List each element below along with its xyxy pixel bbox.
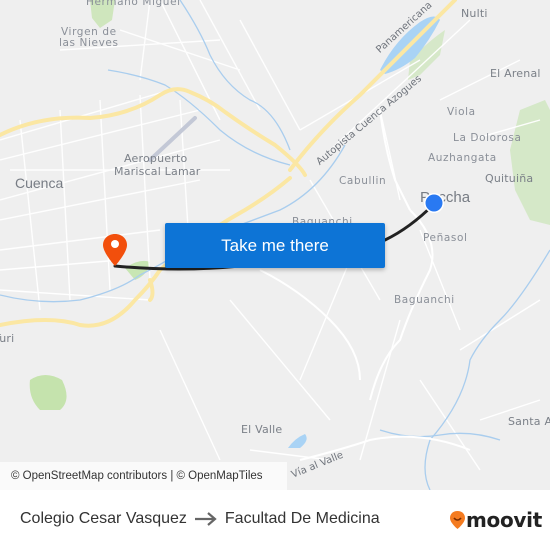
arrow-right-icon <box>194 512 217 526</box>
map-view[interactable]: Hermano Miguel Virgen de las Nieves Nult… <box>0 0 550 490</box>
autopista-road <box>288 0 457 172</box>
place-label-quituina: Quituiña <box>485 172 534 185</box>
moovit-wordmark: moovit <box>466 508 542 532</box>
place-label-aeropuerto: Aeropuerto <box>124 152 188 165</box>
origin-dot-icon[interactable] <box>423 192 445 214</box>
main-road <box>148 278 155 302</box>
place-label-baguanchi: Baguanchi <box>394 294 455 306</box>
place-label-mariscal-lamar: Mariscal Lamar <box>114 165 201 178</box>
place-label-penasol: Peñasol <box>423 232 468 244</box>
moovit-pin-icon <box>450 511 465 529</box>
place-label-turi: Turi <box>0 332 15 345</box>
place-label-hermano-miguel: Hermano Miguel <box>86 0 181 8</box>
route-summary: Colegio Cesar Vasquez Facultad De Medici… <box>20 510 380 528</box>
footer-bar: Colegio Cesar Vasquez Facultad De Medici… <box>0 490 550 550</box>
place-label-cuenca: Cuenca <box>15 175 64 191</box>
destination-name: Facultad De Medicina <box>224 510 380 527</box>
place-label-nulti: Nulti <box>461 7 488 20</box>
park-area <box>510 100 550 225</box>
place-label-cabullin: Cabullin <box>339 175 387 187</box>
take-me-there-button[interactable]: Take me there <box>165 223 385 268</box>
place-label-la-dolorosa: La Dolorosa <box>453 132 522 144</box>
destination-pin-icon[interactable] <box>101 232 129 268</box>
place-label-auzhangata: Auzhangata <box>428 152 497 164</box>
place-label-las-nieves: las Nieves <box>59 37 119 49</box>
map-attribution: © OpenStreetMap contributors | © OpenMap… <box>0 462 287 490</box>
moovit-logo[interactable]: moovit <box>449 508 542 532</box>
place-label-el-arenal: El Arenal <box>490 67 541 80</box>
place-label-santa-ana: Santa Ana <box>508 415 550 428</box>
place-label-el-valle: El Valle <box>241 423 283 436</box>
origin-name: Colegio Cesar Vasquez <box>20 510 187 527</box>
place-label-viola: Viola <box>447 106 476 118</box>
pond <box>288 434 307 448</box>
park-area <box>29 375 67 410</box>
